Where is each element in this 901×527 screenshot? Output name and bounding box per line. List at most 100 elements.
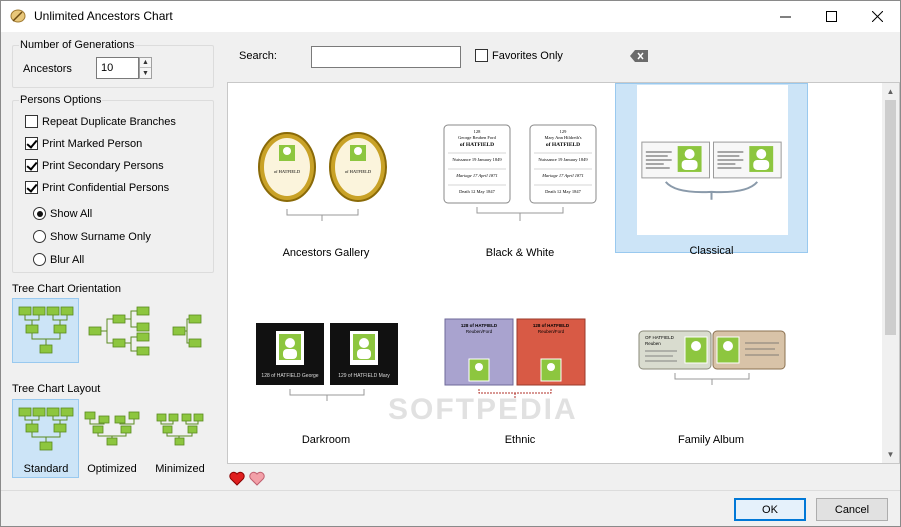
- scroll-down-icon[interactable]: ▼: [882, 446, 899, 463]
- watermark: SOFTPEDIA: [388, 393, 578, 426]
- minimize-icon: [779, 16, 791, 18]
- scroll-up-icon[interactable]: ▲: [882, 83, 899, 100]
- layout-label: Tree Chart Layout: [12, 383, 101, 395]
- svg-text:Death 12 May 1847: Death 12 May 1847: [459, 189, 496, 194]
- family-album-thumbnail: OF HATFIELD Reuben: [638, 330, 786, 385]
- chart-style-gallery: of HATFIELD of HATFIELD Ancestors Galler…: [227, 82, 900, 464]
- gallery-item-family-album[interactable]: OF HATFIELD Reuben Family Album: [615, 279, 807, 451]
- orientation-vertical-option[interactable]: [12, 298, 79, 363]
- spin-down-icon[interactable]: ▼: [140, 68, 151, 78]
- cancel-button[interactable]: Cancel: [816, 498, 888, 521]
- gallery-item-classical[interactable]: Classical: [615, 83, 808, 257]
- print-confidential-checkbox[interactable]: [25, 181, 38, 194]
- option-label: Print Secondary Persons: [42, 159, 164, 172]
- svg-text:128 of HATFIELD: 128 of HATFIELD: [461, 323, 498, 328]
- show-surname-radio[interactable]: [33, 230, 46, 243]
- layout-optimized-icon: [84, 411, 140, 446]
- display-label: Show Surname Only: [50, 230, 151, 243]
- dialog-button-bar: OK Cancel: [1, 490, 900, 526]
- title-bar: Unlimited Ancestors Chart: [1, 1, 900, 32]
- svg-text:Reuben: Reuben: [645, 341, 661, 346]
- chart-style-panel: Search: Favorites Only of HATFIELD of HA…: [225, 32, 900, 490]
- svg-text:of HATFIELD: of HATFIELD: [274, 169, 301, 174]
- svg-text:George Reuben Ford: George Reuben Ford: [458, 135, 496, 140]
- favorites-only-toggle[interactable]: Favorites Only: [475, 49, 563, 62]
- repeat-duplicate-checkbox[interactable]: [25, 115, 38, 128]
- search-label: Search:: [239, 50, 277, 62]
- display-show-all[interactable]: Show All: [33, 207, 92, 220]
- svg-text:128 of HATFIELD: 128 of HATFIELD: [533, 323, 570, 328]
- layout-optimized-label: Optimized: [87, 463, 137, 475]
- gallery-item-ancestors-gallery[interactable]: of HATFIELD of HATFIELD Ancestors Galler…: [230, 85, 422, 259]
- svg-text:of HATFIELD: of HATFIELD: [460, 142, 494, 148]
- svg-text:Reuben/Ford: Reuben/Ford: [466, 329, 493, 334]
- option-print-secondary[interactable]: Print Secondary Persons: [25, 159, 164, 172]
- ancestors-input[interactable]: [96, 57, 139, 79]
- option-print-confidential[interactable]: Print Confidential Persons: [25, 181, 169, 194]
- gallery-item-label: Ethnic: [504, 434, 536, 446]
- favorites-only-checkbox[interactable]: [475, 49, 488, 62]
- option-label: Print Marked Person: [42, 137, 143, 150]
- window-title: Unlimited Ancestors Chart: [34, 9, 173, 23]
- svg-text:OF HATFIELD: OF HATFIELD: [645, 335, 675, 340]
- gallery-item-label: Black & White: [485, 247, 555, 259]
- svg-text:129 of HATFIELD Mary: 129 of HATFIELD Mary: [338, 373, 390, 379]
- svg-text:of HATFIELD: of HATFIELD: [546, 142, 580, 148]
- spin-up-icon[interactable]: ▲: [140, 58, 151, 68]
- gallery-item-label: Ancestors Gallery: [282, 247, 370, 259]
- gallery-item-black-white[interactable]: 128 George Reuben Ford of HATFIELD Nuiss…: [424, 85, 616, 259]
- tree-vertical-icon: [18, 306, 73, 353]
- layout-minimized-icon: [156, 413, 204, 446]
- display-blur-all[interactable]: Blur All: [33, 253, 84, 266]
- feather-quill-icon: [10, 9, 26, 23]
- close-button[interactable]: [854, 1, 900, 32]
- display-show-surname[interactable]: Show Surname Only: [33, 230, 151, 243]
- gallery-item-label: Classical: [689, 245, 734, 257]
- add-favorite-heart-icon[interactable]: [229, 471, 245, 486]
- layout-minimized-option[interactable]: [149, 403, 211, 453]
- svg-text:128 of HATFIELD George: 128 of HATFIELD George: [261, 373, 318, 379]
- display-label: Show All: [50, 207, 93, 220]
- svg-text:128: 128: [474, 129, 482, 134]
- svg-text:129: 129: [560, 129, 568, 134]
- remove-favorite-heart-icon[interactable]: [249, 471, 265, 486]
- persons-group-label: Persons Options: [19, 94, 103, 106]
- minimize-button[interactable]: [762, 1, 808, 32]
- blur-all-radio[interactable]: [33, 253, 46, 266]
- ancestors-spinner[interactable]: ▲ ▼: [139, 57, 152, 79]
- svg-text:Mariage 17 April 1871: Mariage 17 April 1871: [455, 173, 498, 178]
- svg-text:Reuben/Ford: Reuben/Ford: [538, 329, 565, 334]
- ancestors-label: Ancestors: [23, 63, 72, 75]
- gallery-item-label: Family Album: [677, 434, 745, 446]
- layout-standard-label: Standard: [23, 463, 69, 475]
- search-input[interactable]: [311, 46, 461, 68]
- layout-minimized-label: Minimized: [155, 463, 205, 475]
- print-marked-checkbox[interactable]: [25, 137, 38, 150]
- clear-search-icon[interactable]: [630, 50, 648, 62]
- svg-text:Mary Ann Hildreth's: Mary Ann Hildreth's: [544, 135, 581, 140]
- show-all-radio[interactable]: [33, 207, 46, 220]
- tree-horizontal-icon: [88, 306, 202, 355]
- option-print-marked[interactable]: Print Marked Person: [25, 137, 142, 150]
- svg-text:Mariage 17 April 1871: Mariage 17 April 1871: [541, 173, 584, 178]
- option-repeat-duplicate[interactable]: Repeat Duplicate Branches: [25, 115, 176, 128]
- orientation-label: Tree Chart Orientation: [12, 283, 122, 295]
- classical-thumbnail: [641, 141, 782, 200]
- print-secondary-checkbox[interactable]: [25, 159, 38, 172]
- generations-group-label: Number of Generations: [19, 39, 136, 51]
- gallery-scrollbar[interactable]: ▲ ▼: [882, 83, 899, 463]
- options-panel: Number of Generations Ancestors ▲ ▼ Pers…: [1, 32, 225, 490]
- close-icon: [871, 11, 883, 22]
- gallery-item-label: Darkroom: [301, 434, 351, 446]
- favorites-only-label: Favorites Only: [492, 49, 563, 62]
- svg-text:Nuissance 19 January 1849: Nuissance 19 January 1849: [538, 157, 588, 162]
- black-white-thumbnail: 128 George Reuben Ford of HATFIELD Nuiss…: [443, 124, 597, 221]
- svg-text:Nuissance 19 January 1849: Nuissance 19 January 1849: [452, 157, 502, 162]
- scrollbar-thumb[interactable]: [885, 100, 896, 335]
- ancestors-gallery-thumbnail: of HATFIELD of HATFIELD: [258, 132, 387, 221]
- maximize-button[interactable]: [808, 1, 854, 32]
- ok-button[interactable]: OK: [734, 498, 806, 521]
- svg-text:Death 12 May 1847: Death 12 May 1847: [545, 189, 582, 194]
- layout-optimized-option[interactable]: [81, 403, 143, 453]
- orientation-horizontal-option[interactable]: [83, 298, 211, 363]
